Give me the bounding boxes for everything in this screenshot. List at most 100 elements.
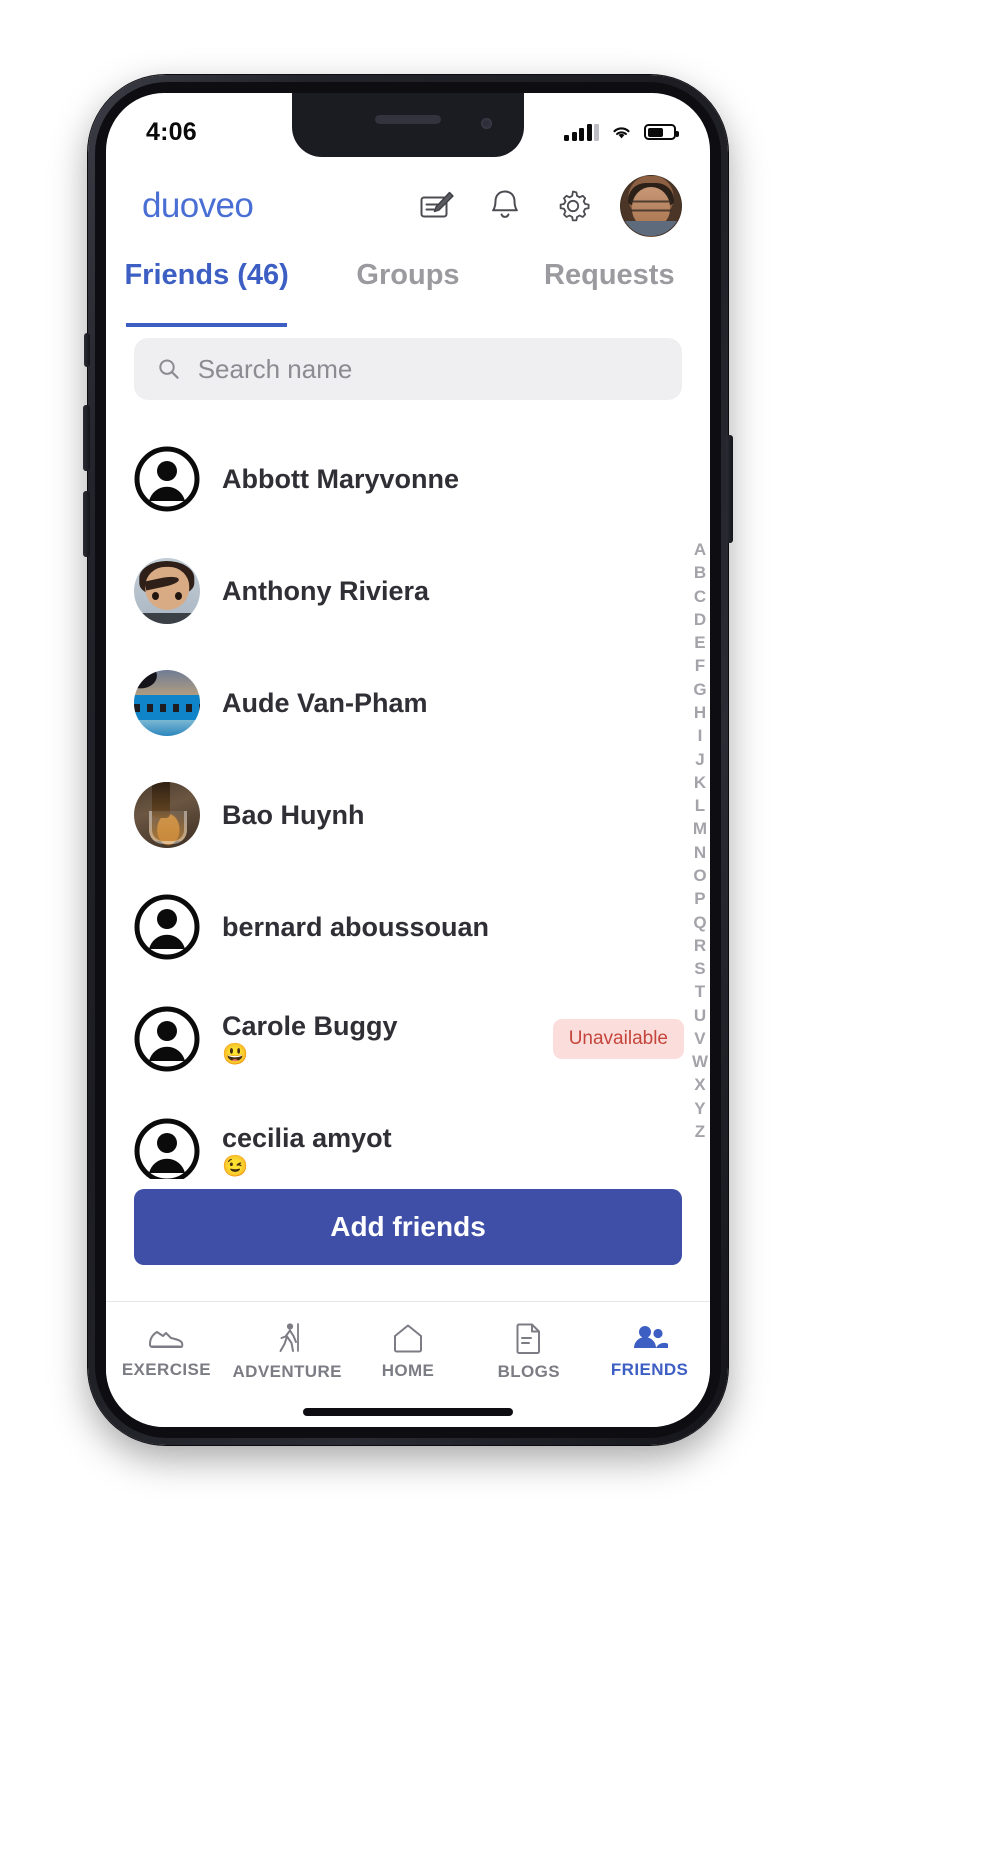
status-badge: Unavailable — [552, 1019, 684, 1059]
list-item[interactable]: Carole Buggy 😃 Unavailable — [106, 983, 710, 1095]
alpha-e[interactable]: E — [694, 631, 705, 654]
search-box[interactable] — [134, 338, 682, 400]
app-logo[interactable]: duoveo — [142, 186, 254, 226]
mute-switch[interactable] — [84, 333, 90, 367]
alpha-h[interactable]: H — [694, 701, 706, 724]
tab-bar: Friends (46) Groups Requests — [106, 255, 710, 327]
alpha-b[interactable]: B — [694, 561, 706, 584]
avatar[interactable] — [620, 175, 682, 237]
search-container — [134, 338, 682, 400]
list-item[interactable]: bernard aboussouan — [106, 871, 710, 983]
friends-list[interactable]: Abbott Maryvonne Anthony Riviera Aude Va… — [106, 423, 710, 1179]
power-button[interactable] — [726, 435, 733, 543]
cartoon-photo-avatar — [134, 558, 200, 624]
friend-name: Abbott Maryvonne — [222, 463, 460, 494]
friend-name: Anthony Riviera — [222, 575, 430, 606]
list-item[interactable]: cecilia amyot 😉 — [106, 1095, 710, 1179]
alpha-x[interactable]: X — [694, 1073, 705, 1096]
default-person-icon — [134, 1006, 200, 1072]
people-icon — [633, 1326, 668, 1348]
search-icon — [159, 359, 179, 379]
alpha-m[interactable]: M — [693, 817, 707, 840]
tab-requests[interactable]: Requests — [509, 255, 710, 327]
gear-icon[interactable] — [552, 185, 594, 227]
tab-friends[interactable]: Friends (46) — [106, 255, 307, 327]
alpha-c[interactable]: C — [694, 585, 706, 608]
alpha-a[interactable]: A — [694, 538, 706, 561]
alpha-g[interactable]: G — [693, 678, 706, 701]
list-item[interactable]: Abbott Maryvonne — [106, 423, 710, 535]
status-time: 4:06 — [146, 117, 197, 146]
wifi-icon — [613, 126, 630, 138]
bell-icon[interactable] — [484, 185, 526, 227]
friend-info: Carole Buggy 😃 — [222, 1011, 398, 1067]
nav-item-friends[interactable]: FRIENDS — [589, 1302, 710, 1401]
friend-name: Bao Huynh — [222, 799, 365, 830]
nav-item-adventure[interactable]: ADVENTURE — [227, 1302, 348, 1401]
status-bar: 4:06 — [106, 93, 710, 157]
blog-page-icon — [516, 1323, 540, 1354]
shoe-icon — [149, 1331, 184, 1348]
friend-name: Aude Van-Pham — [222, 687, 428, 718]
list-item[interactable]: Anthony Riviera — [106, 535, 710, 647]
friend-info: Anthony Riviera — [222, 576, 429, 607]
nav-label: FRIENDS — [610, 1360, 689, 1379]
default-person-icon — [134, 894, 200, 960]
app-header: duoveo — [106, 157, 710, 255]
alpha-w[interactable]: W — [692, 1050, 708, 1073]
house-icon — [393, 1324, 422, 1353]
compose-note-icon[interactable] — [416, 185, 458, 227]
nav-item-home[interactable]: HOME — [348, 1302, 469, 1401]
alpha-v[interactable]: V — [694, 1027, 705, 1050]
friend-status-emoji: 😉 — [222, 1154, 249, 1178]
alpha-u[interactable]: U — [694, 1004, 706, 1027]
friend-status-emoji: 😃 — [222, 1042, 249, 1066]
hiker-icon — [279, 1323, 300, 1352]
list-item[interactable]: Aude Van-Pham — [106, 647, 710, 759]
volume-up-button[interactable] — [83, 405, 90, 471]
alphabet-index[interactable]: A B C D E F G H I J K L M N O P Q R S T — [692, 538, 708, 1143]
alpha-l[interactable]: L — [695, 794, 705, 817]
status-icons — [564, 123, 679, 141]
list-item[interactable]: Bao Huynh — [106, 759, 710, 871]
nav-item-exercise[interactable]: EXERCISE — [106, 1302, 227, 1401]
whisky-photo-avatar — [134, 782, 200, 848]
alpha-n[interactable]: N — [694, 841, 706, 864]
nav-label: ADVENTURE — [232, 1362, 342, 1381]
friend-info: Aude Van-Pham — [222, 688, 428, 719]
add-friends-button[interactable]: Add friends — [134, 1189, 682, 1265]
alpha-k[interactable]: K — [694, 771, 706, 794]
alpha-q[interactable]: Q — [693, 911, 706, 934]
tab-groups[interactable]: Groups — [307, 255, 508, 327]
cellular-signal-icon — [564, 123, 599, 141]
nav-label: HOME — [381, 1361, 435, 1380]
default-person-icon — [134, 1118, 200, 1179]
alpha-z[interactable]: Z — [695, 1120, 705, 1143]
alpha-d[interactable]: D — [694, 608, 706, 631]
friend-name: bernard aboussouan — [222, 911, 490, 942]
search-input[interactable] — [197, 353, 660, 385]
alpha-j[interactable]: J — [695, 748, 704, 771]
phone-frame: 4:06 duoveo Friends (46) Groups Requests… — [83, 75, 733, 1445]
friend-info: bernard aboussouan — [222, 912, 489, 943]
battery-icon — [644, 124, 679, 140]
alpha-t[interactable]: T — [695, 980, 705, 1003]
alpha-o[interactable]: O — [693, 864, 706, 887]
nav-item-blogs[interactable]: BLOGS — [468, 1302, 589, 1401]
volume-down-button[interactable] — [83, 491, 90, 557]
alpha-s[interactable]: S — [694, 957, 705, 980]
default-person-icon — [134, 446, 200, 512]
friend-info: cecilia amyot 😉 — [222, 1123, 392, 1179]
alpha-f[interactable]: F — [695, 654, 705, 677]
screenshot-root: 4:06 duoveo Friends (46) Groups Requests… — [0, 0, 1004, 1867]
alpha-y[interactable]: Y — [694, 1097, 705, 1120]
friend-name: cecilia amyot — [222, 1122, 392, 1153]
alpha-i[interactable]: I — [698, 724, 703, 747]
home-indicator[interactable] — [303, 1408, 513, 1416]
friend-name: Carole Buggy — [222, 1010, 398, 1041]
header-actions — [416, 175, 682, 237]
friend-info: Bao Huynh — [222, 800, 365, 831]
alpha-r[interactable]: R — [694, 934, 706, 957]
beach-photo-avatar — [134, 670, 200, 736]
alpha-p[interactable]: P — [694, 887, 705, 910]
